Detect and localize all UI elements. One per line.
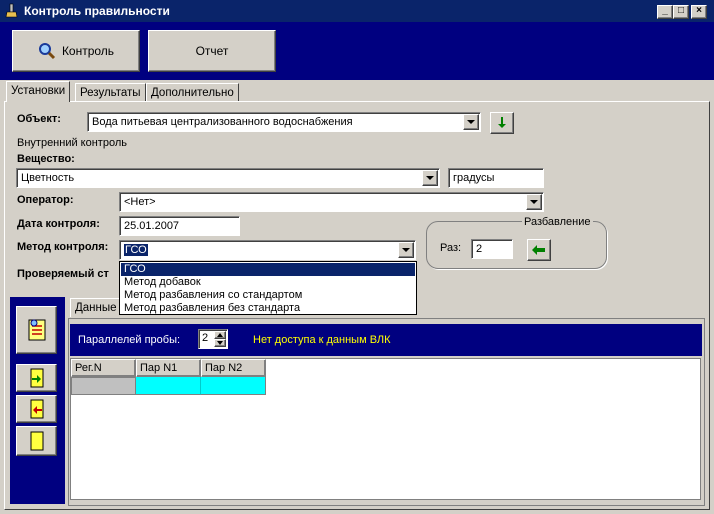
close-button[interactable]: ×: [691, 5, 707, 19]
column-header-reg[interactable]: Рег.N: [71, 359, 136, 377]
control-button[interactable]: Контроль: [12, 30, 140, 72]
dilution-title: Разбавление: [522, 216, 593, 228]
substance-label: Вещество:: [17, 153, 75, 165]
window-title: Контроль правильности: [24, 4, 170, 18]
operator-select[interactable]: <Нет>: [119, 192, 544, 212]
export-button[interactable]: [16, 395, 57, 423]
import-button[interactable]: [16, 364, 57, 392]
operator-value: <Нет>: [124, 196, 156, 208]
toolbar: Контроль Отчет: [0, 22, 714, 80]
parallels-value: 2: [202, 332, 209, 344]
method-value: ГСО: [124, 244, 148, 256]
tab-settings[interactable]: Установки: [6, 81, 71, 102]
operator-dropdown-button[interactable]: [526, 194, 542, 210]
dilution-times-label: Раз:: [440, 242, 462, 254]
date-field[interactable]: 25.01.2007: [119, 216, 240, 236]
dilution-apply-button[interactable]: [527, 239, 551, 261]
spinner-down-button[interactable]: [214, 339, 226, 347]
date-label: Дата контроля:: [17, 218, 100, 230]
column-header-par1[interactable]: Пар N1: [136, 359, 201, 377]
column-header-par2[interactable]: Пар N2: [201, 359, 266, 377]
substance-value: Цветность: [21, 172, 75, 184]
magnifier-icon: [38, 43, 55, 60]
app-icon: [5, 3, 18, 18]
object-down-button[interactable]: [490, 112, 514, 134]
method-option-additions[interactable]: Метод добавок: [121, 276, 415, 289]
method-option-dilution-no-standard[interactable]: Метод разбавления без стандарта: [121, 302, 415, 315]
grid-cell-par2[interactable]: [201, 377, 266, 395]
document-import-icon: [30, 368, 43, 388]
title-bar: Контроль правильности _ □ ×: [0, 0, 714, 22]
report-list-button[interactable]: [16, 306, 57, 354]
dilution-times-field[interactable]: 2: [471, 239, 513, 259]
method-option-dilution-standard[interactable]: Метод разбавления со стандартом: [121, 289, 415, 302]
data-grid[interactable]: Рег.N Пар N1 Пар N2: [70, 358, 701, 500]
data-header-bar: Параллелей пробы: 2 Нет доступа к данным…: [70, 324, 702, 356]
control-button-label: Контроль: [61, 44, 115, 58]
unit-field[interactable]: градусы: [448, 168, 544, 188]
spinner-up-button[interactable]: [214, 331, 226, 339]
minimize-button[interactable]: _: [657, 5, 673, 19]
method-option-gso[interactable]: ГСО: [121, 263, 415, 276]
no-access-message: Нет доступа к данным ВЛК: [253, 334, 391, 346]
blank-document-icon: [30, 431, 43, 451]
method-label: Метод контроля:: [17, 241, 109, 253]
object-dropdown-button[interactable]: [463, 114, 479, 130]
grid-cell-reg[interactable]: [71, 377, 136, 395]
tab-results[interactable]: Результаты: [75, 83, 146, 102]
substance-select[interactable]: Цветность: [16, 168, 440, 188]
triangle-up-icon: [217, 333, 223, 337]
operator-label: Оператор:: [17, 194, 74, 206]
object-value: Вода питьевая централизованного водоснаб…: [92, 116, 353, 128]
object-label: Объект:: [17, 113, 61, 125]
substance-dropdown-button[interactable]: [422, 170, 438, 186]
arrow-down-icon: [498, 117, 506, 128]
new-document-button[interactable]: [16, 426, 57, 456]
document-search-icon: [28, 319, 45, 341]
document-export-icon: [30, 399, 43, 419]
maximize-button[interactable]: □: [673, 5, 689, 19]
arrow-left-icon: [532, 245, 545, 255]
tab-additional[interactable]: Дополнительно: [146, 83, 239, 102]
dilution-times-value: 2: [476, 243, 483, 255]
tab-data[interactable]: Данные к: [70, 298, 122, 317]
report-button[interactable]: Отчет: [148, 30, 276, 72]
method-select[interactable]: ГСО: [119, 240, 416, 260]
triangle-down-icon: [217, 341, 223, 345]
report-button-label: Отчет: [195, 44, 229, 58]
checked-standard-label: Проверяемый ст: [17, 268, 109, 280]
method-dropdown-list[interactable]: ГСО Метод добавок Метод разбавления со с…: [119, 261, 417, 315]
internal-control-label: Внутренний контроль: [17, 137, 127, 149]
date-value: 25.01.2007: [124, 220, 180, 232]
parallels-label: Параллелей пробы:: [78, 334, 181, 346]
unit-value: градусы: [453, 172, 495, 184]
object-select[interactable]: Вода питьевая централизованного водоснаб…: [87, 112, 481, 132]
parallels-spinner[interactable]: 2: [198, 329, 228, 349]
grid-cell-par1[interactable]: [136, 377, 201, 395]
method-dropdown-button[interactable]: [398, 242, 414, 258]
